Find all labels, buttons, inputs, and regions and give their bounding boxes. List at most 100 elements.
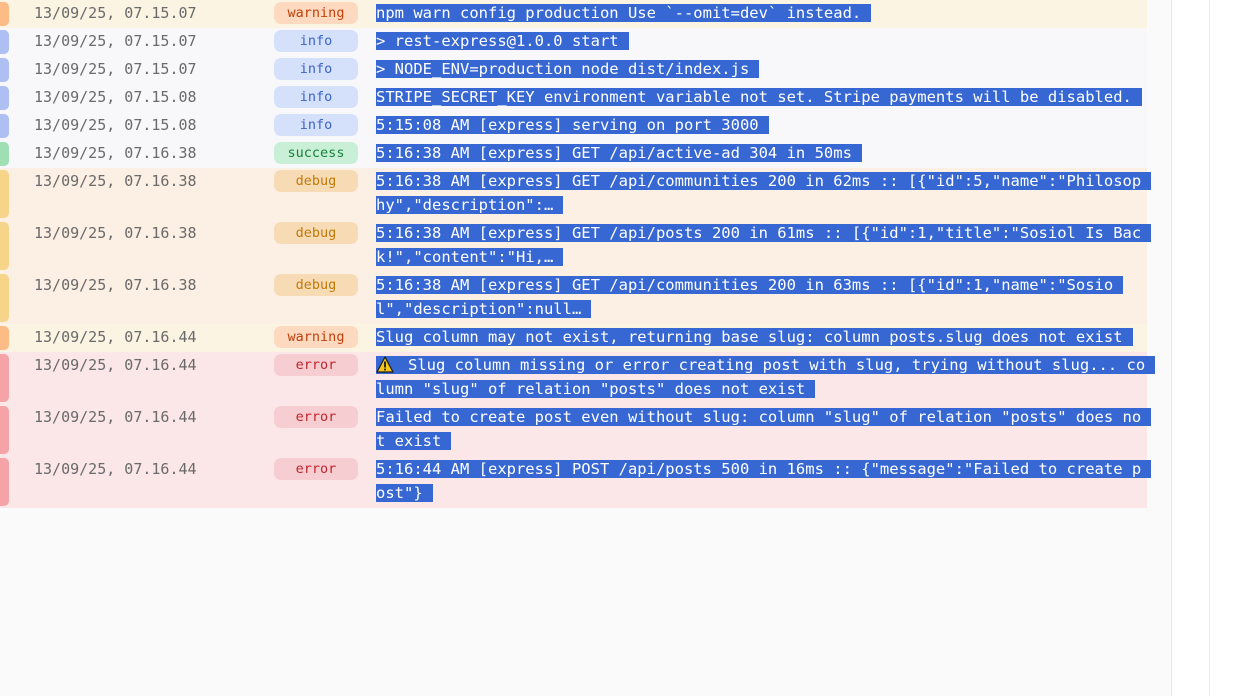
log-timestamp: 13/09/25, 07.15.07 — [34, 32, 197, 50]
level-indicator-stripe — [0, 58, 9, 82]
level-badge: info — [274, 114, 358, 136]
level-badge-cell: debug — [274, 169, 376, 192]
level-badge: debug — [274, 170, 358, 192]
log-message[interactable]: STRIPE_SECRET_KEY environment variable n… — [376, 85, 1147, 109]
log-message[interactable]: 5:16:38 AM [express] GET /api/communitie… — [376, 169, 1152, 217]
log-message[interactable]: 5:16:44 AM [express] POST /api/posts 500… — [376, 457, 1152, 505]
log-timestamp: 13/09/25, 07.16.38 — [34, 224, 197, 242]
gutter-divider — [1209, 0, 1210, 696]
level-indicator-stripe — [0, 458, 9, 506]
right-scrollbar-gutter[interactable] — [1171, 0, 1252, 696]
selected-text: > rest-express@1.0.0 start — [376, 32, 629, 50]
level-badge-cell: debug — [274, 221, 376, 244]
selected-text: Slug column missing or error creating po… — [376, 356, 1156, 398]
level-badge: debug — [274, 274, 358, 296]
log-timestamp: 13/09/25, 07.16.38 — [34, 172, 197, 190]
level-badge: debug — [274, 222, 358, 244]
level-badge-cell: warning — [274, 325, 376, 348]
log-message-text: > rest-express@1.0.0 start — [376, 32, 619, 50]
selected-text: 5:15:08 AM [express] serving on port 300… — [376, 116, 769, 134]
level-indicator-stripe — [0, 222, 9, 270]
log-timestamp: 13/09/25, 07.15.08 — [34, 88, 197, 106]
level-badge-cell: info — [274, 57, 376, 80]
log-timestamp: 13/09/25, 07.16.44 — [34, 460, 197, 478]
level-indicator-stripe — [0, 30, 9, 54]
log-message-text: npm warn config production Use `--omit=d… — [376, 4, 862, 22]
log-row[interactable]: 13/09/25, 07.16.38 debug 5:16:38 AM [expre… — [0, 272, 1147, 324]
level-indicator-stripe — [0, 86, 9, 110]
selected-text: 5:16:38 AM [express] GET /api/communitie… — [376, 172, 1152, 214]
log-message[interactable]: Slug column may not exist, returning bas… — [376, 325, 1147, 349]
level-badge-cell: debug — [274, 273, 376, 296]
selected-text: > NODE_ENV=production node dist/index.js — [376, 60, 760, 78]
selected-text: STRIPE_SECRET_KEY environment variable n… — [376, 88, 1142, 106]
log-message[interactable]: > rest-express@1.0.0 start — [376, 29, 1147, 53]
log-row[interactable]: 13/09/25, 07.15.07 warning npm warn config… — [0, 0, 1147, 28]
level-badge-cell: info — [274, 29, 376, 52]
log-message-text: Slug column missing or error creating po… — [376, 356, 1146, 398]
log-timestamp: 13/09/25, 07.16.44 — [34, 356, 197, 374]
log-message-text: Failed to create post even without slug:… — [376, 408, 1142, 450]
level-badge-cell: error — [274, 353, 376, 376]
level-indicator-stripe — [0, 142, 9, 166]
log-row[interactable]: 13/09/25, 07.15.07 info > rest-express@1.0… — [0, 28, 1147, 56]
log-row[interactable]: 13/09/25, 07.15.07 info > NODE_ENV=product… — [0, 56, 1147, 84]
log-viewer-page: 13/09/25, 07.15.07 warning npm warn config… — [0, 0, 1252, 696]
level-badge: success — [274, 142, 358, 164]
level-indicator-stripe — [0, 406, 9, 454]
level-indicator-stripe — [0, 274, 9, 322]
log-message-text: 5:16:38 AM [express] GET /api/active-ad … — [376, 144, 852, 162]
selected-text: 5:16:44 AM [express] POST /api/posts 500… — [376, 460, 1152, 502]
log-row[interactable]: 13/09/25, 07.15.08 info 5:15:08 AM [expres… — [0, 112, 1147, 140]
log-timestamp: 13/09/25, 07.16.38 — [34, 144, 197, 162]
log-row[interactable]: 13/09/25, 07.16.38 debug 5:16:38 AM [expre… — [0, 168, 1152, 220]
selected-text: 5:16:38 AM [express] GET /api/active-ad … — [376, 144, 862, 162]
level-badge: error — [274, 406, 358, 428]
log-message-text: > NODE_ENV=production node dist/index.js — [376, 60, 750, 78]
log-message[interactable]: Failed to create post even without slug:… — [376, 405, 1152, 453]
level-badge: info — [274, 30, 358, 52]
level-badge: info — [274, 58, 358, 80]
level-indicator-stripe — [0, 114, 9, 138]
log-message-text: 5:16:38 AM [express] GET /api/communitie… — [376, 172, 1142, 214]
log-message-text: Slug column may not exist, returning bas… — [376, 328, 1123, 346]
log-row[interactable]: 13/09/25, 07.16.44 error Failed to create … — [0, 404, 1152, 456]
log-message[interactable]: > NODE_ENV=production node dist/index.js — [376, 57, 1147, 81]
log-message-text: 5:16:38 AM [express] GET /api/posts 200 … — [376, 224, 1142, 266]
log-timestamp: 13/09/25, 07.15.07 — [34, 4, 197, 22]
selected-text: 5:16:38 AM [express] GET /api/posts 200 … — [376, 224, 1152, 266]
log-timestamp: 13/09/25, 07.16.38 — [34, 276, 197, 294]
level-badge-cell: info — [274, 85, 376, 108]
level-badge-cell: info — [274, 113, 376, 136]
log-message[interactable]: npm warn config production Use `--omit=d… — [376, 1, 1147, 25]
log-list: 13/09/25, 07.15.07 warning npm warn config… — [0, 0, 1156, 508]
log-message[interactable]: 5:16:38 AM [express] GET /api/posts 200 … — [376, 221, 1152, 269]
log-timestamp: 13/09/25, 07.16.44 — [34, 408, 197, 426]
log-message-text: 5:16:44 AM [express] POST /api/posts 500… — [376, 460, 1142, 502]
log-message[interactable]: Slug column missing or error creating po… — [376, 353, 1156, 401]
level-badge: error — [274, 354, 358, 376]
level-badge: info — [274, 86, 358, 108]
selected-text: Failed to create post even without slug:… — [376, 408, 1152, 450]
log-message-text: 5:16:38 AM [express] GET /api/communitie… — [376, 276, 1114, 318]
log-message-text: STRIPE_SECRET_KEY environment variable n… — [376, 88, 1132, 106]
selected-text: 5:16:38 AM [express] GET /api/communitie… — [376, 276, 1124, 318]
log-message[interactable]: 5:15:08 AM [express] serving on port 300… — [376, 113, 1147, 137]
log-row[interactable]: 13/09/25, 07.15.08 info STRIPE_SECRET_KEY … — [0, 84, 1147, 112]
log-message[interactable]: 5:16:38 AM [express] GET /api/communitie… — [376, 273, 1147, 321]
log-timestamp: 13/09/25, 07.16.44 — [34, 328, 197, 346]
selected-text: npm warn config production Use `--omit=d… — [376, 4, 872, 22]
log-row[interactable]: 13/09/25, 07.16.44 error 5:16:44 AM [expre… — [0, 456, 1152, 508]
level-indicator-stripe — [0, 326, 9, 350]
level-indicator-stripe — [0, 170, 9, 218]
log-row[interactable]: 13/09/25, 07.16.38 success 5:16:38 AM [exp… — [0, 140, 1147, 168]
log-row[interactable]: 13/09/25, 07.16.44 warning Slug column may… — [0, 324, 1147, 352]
log-message[interactable]: 5:16:38 AM [express] GET /api/active-ad … — [376, 141, 1147, 165]
log-row[interactable]: 13/09/25, 07.16.38 debug 5:16:38 AM [expre… — [0, 220, 1152, 272]
level-badge-cell: warning — [274, 1, 376, 24]
level-badge: error — [274, 458, 358, 480]
level-badge-cell: error — [274, 457, 376, 480]
log-message-text: 5:15:08 AM [express] serving on port 300… — [376, 116, 759, 134]
log-row[interactable]: 13/09/25, 07.16.44 error Slug column missi… — [0, 352, 1156, 404]
level-badge-cell: success — [274, 141, 376, 164]
